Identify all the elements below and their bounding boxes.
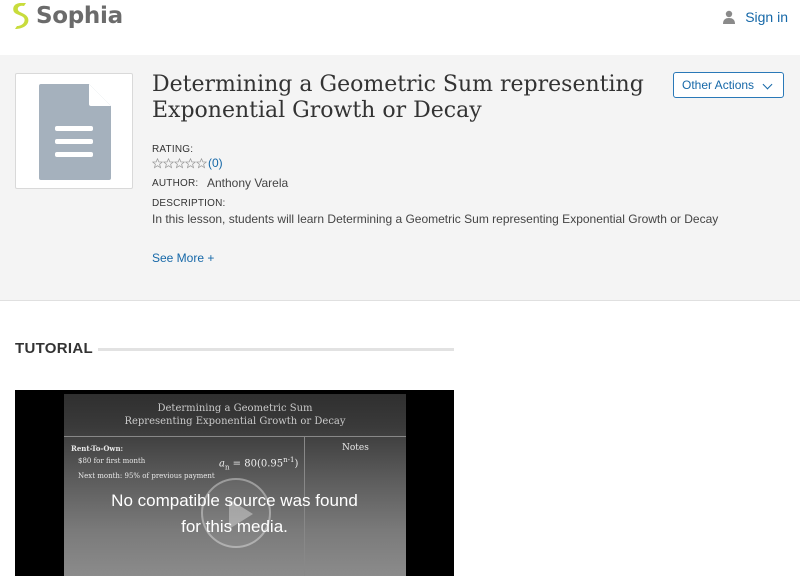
formula-body: = 80(0.95 xyxy=(229,458,284,470)
formula-sup: n-1 xyxy=(283,456,295,464)
sophia-logo-icon xyxy=(13,3,29,29)
star-icon xyxy=(152,157,163,168)
star-icon xyxy=(163,157,174,168)
document-icon xyxy=(39,84,111,180)
sign-in-label: Sign in xyxy=(745,9,788,25)
slide-title: Determining a Geometric Sum Representing… xyxy=(64,402,406,428)
rating-label: RATING: xyxy=(152,144,194,155)
slide-rent-label: Rent-To-Own: xyxy=(71,444,124,453)
tutorial-heading: TUTORIAL xyxy=(15,340,93,357)
author-name: Anthony Varela xyxy=(207,176,289,190)
lesson-title: Determining a Geometric Sum representing… xyxy=(152,72,644,123)
description-label: DESCRIPTION: xyxy=(152,198,226,209)
site-header: Sophia Sign in xyxy=(0,0,800,55)
author-label: AUTHOR: xyxy=(152,178,199,189)
rating-count[interactable]: (0) xyxy=(208,156,223,170)
logo-text: Sophia xyxy=(36,3,123,29)
lesson-thumbnail xyxy=(15,73,133,189)
sign-in-link[interactable]: Sign in xyxy=(722,9,788,25)
other-actions-button[interactable]: Other Actions xyxy=(673,72,784,98)
slide-title-line2: Representing Exponential Growth or Decay xyxy=(124,416,346,427)
slide-title-line1: Determining a Geometric Sum xyxy=(157,403,313,414)
user-icon xyxy=(723,10,736,24)
slide-next-month: Next month: 95% of previous payment xyxy=(78,472,215,480)
chevron-down-icon xyxy=(762,79,773,90)
sophia-logo[interactable]: Sophia xyxy=(10,2,123,30)
lesson-summary: Determining a Geometric Sum representing… xyxy=(0,55,800,301)
lesson-description: In this lesson, students will learn Dete… xyxy=(152,212,719,226)
slide-first-month: $80 for first month xyxy=(78,457,146,465)
media-error-message: No compatible source was found for this … xyxy=(15,488,454,540)
see-more-link[interactable]: See More + xyxy=(152,251,214,265)
media-error-line2: for this media. xyxy=(181,517,288,536)
star-icon xyxy=(185,157,196,168)
formula-close: ) xyxy=(294,458,299,470)
other-actions-label: Other Actions xyxy=(682,78,755,92)
star-icon xyxy=(174,157,185,168)
slide-divider xyxy=(64,436,406,437)
star-icon xyxy=(196,157,207,168)
slide-notes-label: Notes xyxy=(342,443,369,453)
rating-stars[interactable]: (0) xyxy=(152,156,223,170)
tutorial-divider xyxy=(98,348,454,351)
media-error-line1: No compatible source was found xyxy=(111,491,358,510)
slide-formula: an = 80(0.95n-1) xyxy=(219,456,298,471)
video-player[interactable]: Determining a Geometric Sum Representing… xyxy=(15,390,454,576)
